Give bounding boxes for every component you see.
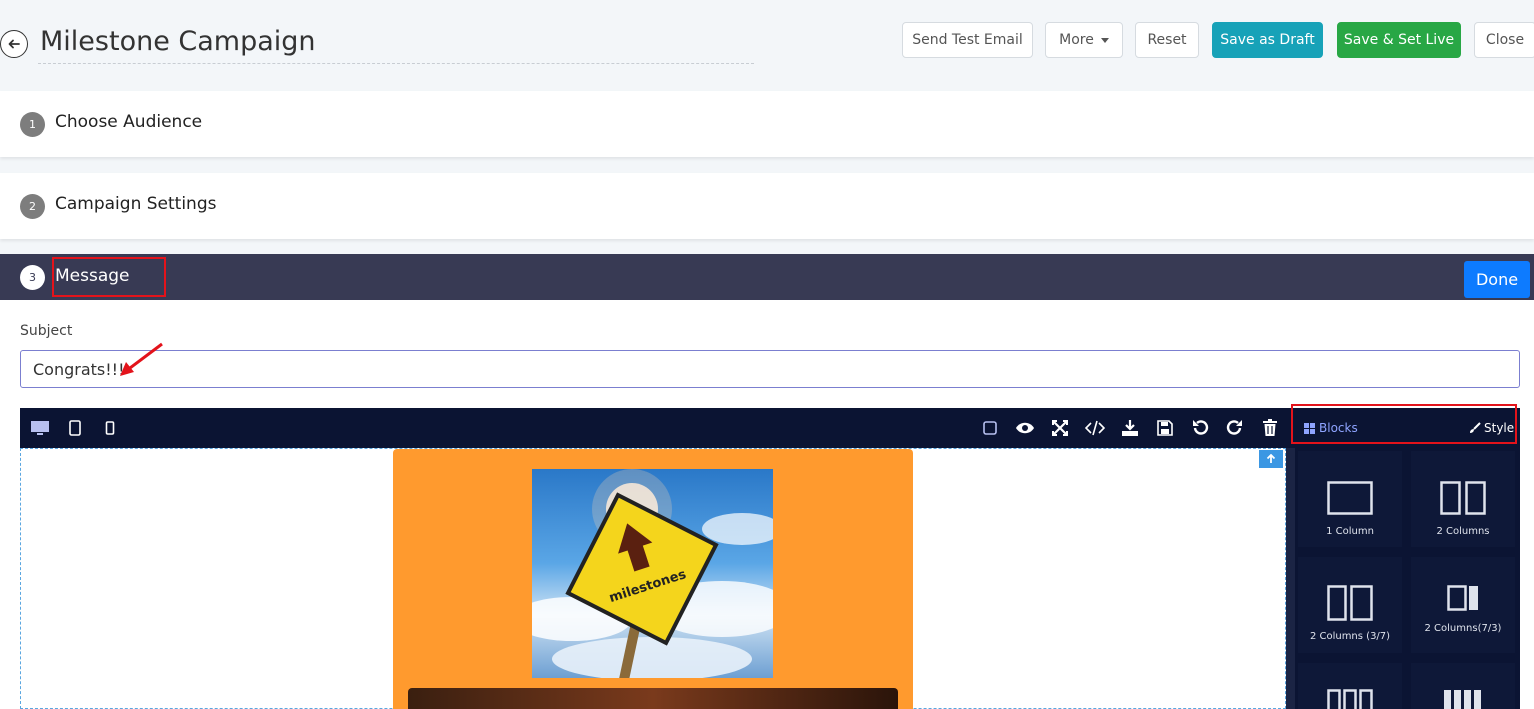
step-number: 3	[20, 265, 45, 290]
download-icon[interactable]	[1120, 418, 1140, 438]
step-choose-audience[interactable]: 1 Choose Audience	[0, 91, 1534, 157]
step-message-header[interactable]: 3 Message Done	[0, 254, 1534, 300]
milestones-sign-image[interactable]: milestones	[532, 469, 773, 678]
block-2-columns-3-7[interactable]: 2 Columns (3/7)	[1298, 557, 1402, 653]
block-label: 2 Columns(7/3)	[1424, 623, 1502, 634]
page-header: Milestone Campaign Send Test Email More …	[0, 0, 1534, 90]
block-label: 2 Columns	[1436, 526, 1490, 537]
block-2-columns[interactable]: 2 Columns	[1411, 451, 1515, 547]
block-3-columns[interactable]	[1298, 663, 1402, 709]
block-4-columns[interactable]	[1411, 663, 1515, 709]
block-1-column[interactable]: 1 Column	[1298, 451, 1402, 547]
component-outline-icon[interactable]	[980, 418, 1000, 438]
scroll-up-arrow-icon[interactable]	[1259, 450, 1283, 468]
step-label: Choose Audience	[55, 112, 203, 132]
block-label: 1 Column	[1326, 526, 1374, 537]
title-underline	[38, 63, 754, 64]
save-icon[interactable]	[1155, 418, 1175, 438]
two-columns-7-3-icon	[1447, 585, 1478, 611]
caret-down-icon	[1100, 37, 1109, 43]
milestones-sign-graphic: milestones	[532, 469, 773, 678]
panel-scrollbar[interactable]	[1286, 448, 1295, 709]
page-title[interactable]: Milestone Campaign	[40, 26, 316, 57]
fullscreen-icon[interactable]	[1050, 418, 1070, 438]
highlight-box	[52, 257, 166, 297]
close-button[interactable]: Close	[1474, 22, 1534, 58]
send-test-email-button[interactable]: Send Test Email	[902, 22, 1033, 58]
one-column-icon	[1327, 481, 1373, 515]
more-label: More	[1059, 32, 1094, 48]
desktop-view-icon[interactable]	[30, 418, 50, 438]
step-number: 2	[20, 194, 45, 219]
step-number: 1	[20, 112, 45, 137]
back-arrow-icon[interactable]	[0, 30, 28, 58]
red-arrow-annotation	[120, 342, 163, 376]
trash-icon[interactable]	[1260, 418, 1280, 438]
preview-eye-icon[interactable]	[1015, 418, 1035, 438]
code-icon[interactable]	[1085, 418, 1105, 438]
redo-icon[interactable]	[1225, 418, 1245, 438]
reset-button[interactable]: Reset	[1135, 22, 1199, 58]
block-label: 2 Columns (3/7)	[1309, 631, 1391, 642]
step-label: Campaign Settings	[55, 194, 217, 214]
subject-value: Congrats!!!	[33, 359, 125, 379]
highlight-box	[1291, 404, 1517, 444]
second-template-image[interactable]	[408, 688, 898, 709]
block-2-columns-7-3[interactable]: 2 Columns(7/3)	[1411, 557, 1515, 653]
done-button[interactable]: Done	[1464, 261, 1530, 298]
step-campaign-settings[interactable]: 2 Campaign Settings	[0, 173, 1534, 239]
undo-icon[interactable]	[1190, 418, 1210, 438]
tablet-view-icon[interactable]	[65, 418, 85, 438]
save-set-live-button[interactable]: Save & Set Live	[1337, 22, 1461, 58]
three-columns-icon	[1327, 689, 1373, 709]
subject-input[interactable]: Congrats!!!	[20, 350, 1520, 388]
two-columns-3-7-icon	[1327, 585, 1373, 621]
mobile-view-icon[interactable]	[100, 418, 120, 438]
two-columns-icon	[1440, 481, 1486, 515]
subject-label: Subject	[20, 323, 73, 339]
save-draft-button[interactable]: Save as Draft	[1212, 22, 1323, 58]
four-columns-icon	[1444, 690, 1481, 709]
more-dropdown-button[interactable]: More	[1045, 22, 1123, 58]
